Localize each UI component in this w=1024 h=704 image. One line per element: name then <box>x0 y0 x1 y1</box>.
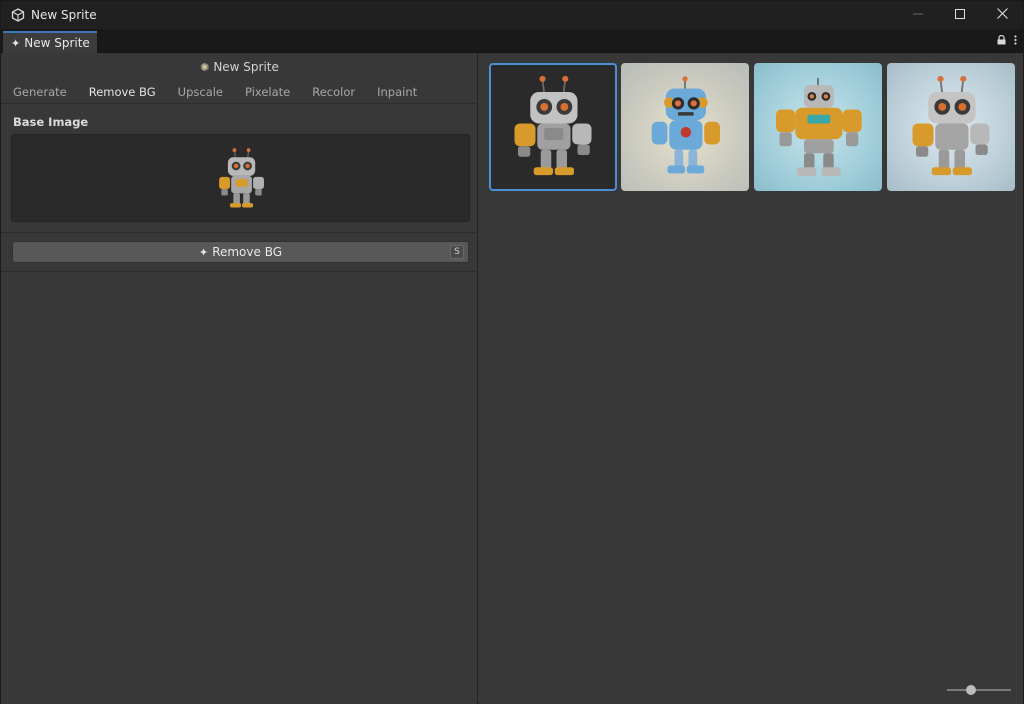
minimize-button[interactable] <box>897 1 939 29</box>
base-image-dropzone[interactable] <box>11 134 470 222</box>
zoom-slider[interactable] <box>947 685 1011 695</box>
robot-image <box>776 78 862 176</box>
remove-bg-button-label: Remove BG <box>212 245 283 259</box>
panel-title: New Sprite <box>213 60 279 74</box>
gallery-thumbnail-2[interactable] <box>621 63 749 191</box>
remove-bg-button[interactable]: ✦ Remove BG S <box>12 241 469 263</box>
base-image-label: Base Image <box>13 115 89 129</box>
tab-recolor[interactable]: Recolor <box>312 83 355 105</box>
gallery-thumbnail-4[interactable] <box>887 63 1015 191</box>
maximize-icon <box>955 8 965 22</box>
loading-spinner-icon: ✺ <box>200 61 210 74</box>
tab-remove-bg[interactable]: Remove BG <box>89 83 156 105</box>
window-title: New Sprite <box>31 8 97 22</box>
lock-icon[interactable] <box>997 34 1006 48</box>
tab-pixelate[interactable]: Pixelate <box>245 83 290 105</box>
divider <box>1 103 478 104</box>
zoom-track <box>947 689 1011 691</box>
sparkle-icon: ✦ <box>11 36 21 50</box>
gallery-thumbnail-1[interactable] <box>489 63 617 191</box>
divider <box>1 271 478 272</box>
title-bar[interactable]: New Sprite <box>1 1 1023 29</box>
close-icon <box>996 8 1008 22</box>
panel-header: ✺ New Sprite <box>1 59 478 76</box>
minimize-icon <box>913 8 923 22</box>
results-gallery <box>479 53 1023 704</box>
divider <box>1 232 478 233</box>
document-tab-bar: ✦ New Sprite <box>1 29 1023 53</box>
sprite-editor-panel: ✺ New Sprite Generate Remove BG Upscale P… <box>1 53 478 704</box>
more-vertical-icon[interactable] <box>1014 34 1017 48</box>
robot-image <box>912 75 990 176</box>
tab-inpaint[interactable]: Inpaint <box>377 83 417 105</box>
maximize-button[interactable] <box>939 1 981 29</box>
robot-image <box>651 76 720 174</box>
shortcut-badge: S <box>450 245 464 259</box>
tab-upscale[interactable]: Upscale <box>178 83 223 105</box>
app-window: New Sprite ✦ New Sprite ✺ New Sprite Gen… <box>0 0 1024 704</box>
tab-new-sprite[interactable]: ✦ New Sprite <box>3 31 97 53</box>
gallery-thumbnail-3[interactable] <box>754 63 882 191</box>
base-image-robot <box>218 148 264 208</box>
app-icon <box>11 8 25 22</box>
sparkle-icon: ✦ <box>198 245 209 259</box>
tool-tabs: Generate Remove BG Upscale Pixelate Reco… <box>1 83 478 105</box>
robot-image <box>514 75 592 176</box>
tab-label: New Sprite <box>24 36 90 50</box>
close-button[interactable] <box>981 1 1023 29</box>
tab-generate[interactable]: Generate <box>13 83 67 105</box>
zoom-knob[interactable] <box>965 685 976 695</box>
